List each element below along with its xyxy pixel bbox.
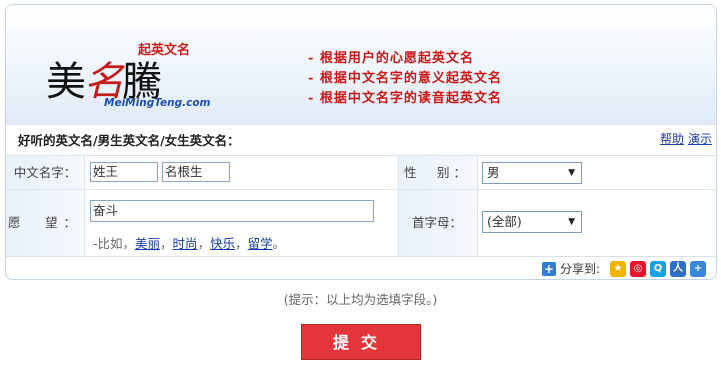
surname-value: 王 xyxy=(105,164,119,179)
hint-text: (提示：以上均为选填字段。) xyxy=(283,292,438,307)
more-icon[interactable]: + xyxy=(690,260,706,277)
logo-char-1: 美 xyxy=(46,59,86,105)
gender-select[interactable]: 男 ▼ xyxy=(482,162,582,184)
qzone-icon[interactable]: ★ xyxy=(610,260,626,277)
row-divider xyxy=(6,189,716,190)
examples-separator: ， xyxy=(160,236,173,251)
help-links: 帮助 演示 xyxy=(656,130,712,147)
initial-select[interactable]: (全部) ▼ xyxy=(482,211,582,233)
initial-label: 首字母： xyxy=(397,190,477,256)
demo-link[interactable]: 演示 xyxy=(688,132,712,146)
surname-input[interactable]: 姓王 xyxy=(90,162,158,182)
col-divider xyxy=(84,156,85,256)
given-name-input[interactable]: 名根生 xyxy=(162,162,230,182)
gender-value: 男 xyxy=(487,165,500,180)
chinese-name-label: 中文名字： xyxy=(6,156,84,189)
logo-url: MeiMingTeng.com xyxy=(104,97,211,109)
example-link[interactable]: 美丽 xyxy=(135,236,160,251)
examples-separator: ， xyxy=(235,236,248,251)
slogan-item: - 根据中文名字的意义起英文名 xyxy=(308,71,502,86)
examples-separator: ， xyxy=(197,236,211,251)
main-panel: 起英文名 美名騰 MeiMingTeng.com - 根据用户的心愿起英文名 -… xyxy=(5,4,717,280)
weibo-icon[interactable]: ◎ xyxy=(630,260,646,277)
wish-value: 奋斗 xyxy=(93,203,119,218)
section-title: 好听的英文名/男生英文名/女生英文名： xyxy=(18,133,240,148)
examples-prefix: -比如， xyxy=(93,236,136,251)
renren-icon[interactable]: 人 xyxy=(670,260,686,277)
chevron-down-icon: ▼ xyxy=(568,168,575,178)
wish-label: 愿 望： xyxy=(6,190,84,256)
slogan-item: - 根据中文名字的读音起英文名 xyxy=(308,91,502,106)
example-link[interactable]: 快乐 xyxy=(210,236,235,251)
site-logo[interactable]: 起英文名 美名騰 MeiMingTeng.com xyxy=(46,35,216,115)
submit-button[interactable]: 提交 xyxy=(301,324,421,360)
examples-end: 。 xyxy=(272,236,286,251)
share-plus-icon[interactable]: + xyxy=(541,261,556,276)
wish-examples: -比如，美丽，时尚，快乐，留学。 xyxy=(93,233,285,252)
given-value: 根生 xyxy=(177,164,203,179)
slogan-item: - 根据用户的心愿起英文名 xyxy=(308,51,474,66)
qq-icon[interactable]: Q xyxy=(650,260,666,277)
initial-value: (全部) xyxy=(487,214,522,229)
chevron-down-icon: ▼ xyxy=(568,217,575,227)
example-link[interactable]: 留学 xyxy=(248,236,273,251)
wish-input[interactable]: 奋斗 xyxy=(90,200,374,222)
help-link[interactable]: 帮助 xyxy=(660,132,684,146)
header-banner: 起英文名 美名騰 MeiMingTeng.com - 根据用户的心愿起英文名 -… xyxy=(6,5,716,125)
gender-label: 性 别： xyxy=(397,156,477,189)
given-prefix: 名 xyxy=(165,164,178,179)
share-bar: + 分享到: ★ ◎ Q 人 + xyxy=(541,260,706,277)
slogan-list: - 根据用户的心愿起英文名 - 根据中文名字的意义起英文名 - 根据中文名字的读… xyxy=(308,49,502,109)
surname-prefix: 姓 xyxy=(93,164,106,179)
name-form: 中文名字： 姓王 名根生 性 别： 男 ▼ 愿 望： 奋斗 -比如，美丽，时尚，快… xyxy=(6,155,716,257)
example-link[interactable]: 时尚 xyxy=(173,236,198,251)
col-divider xyxy=(477,156,478,256)
share-label: 分享到: xyxy=(559,262,600,276)
